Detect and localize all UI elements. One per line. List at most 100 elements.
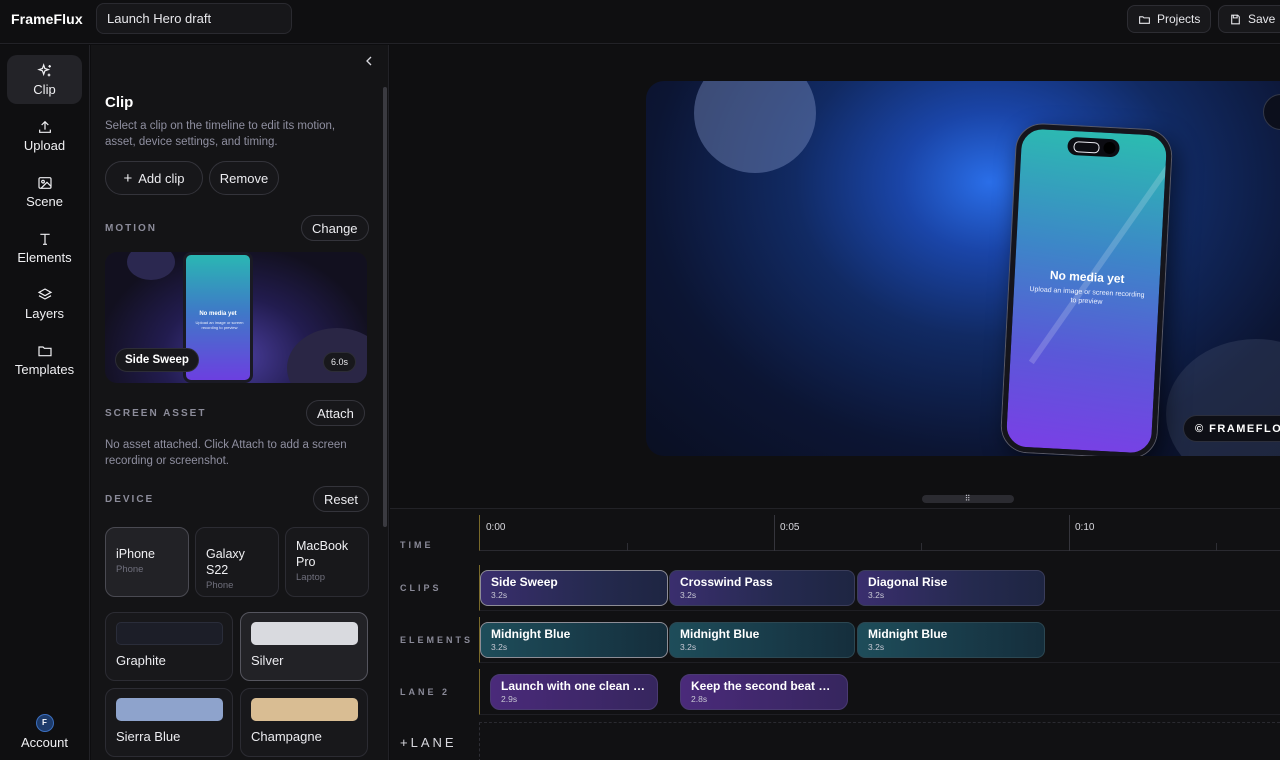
clip-duration: 3.2s xyxy=(868,590,885,600)
clip-panel: Clip Select a clip on the timeline to ed… xyxy=(91,45,389,760)
reset-device-button[interactable]: Reset xyxy=(313,486,369,512)
attach-button[interactable]: Attach xyxy=(306,400,365,426)
rail-label-account: Account xyxy=(21,734,68,750)
device-name: MacBook Pro xyxy=(296,539,349,569)
rail-label-clip: Clip xyxy=(33,81,56,97)
color-name: Silver xyxy=(251,653,284,668)
text-clip-duration: 2.9s xyxy=(501,694,518,704)
add-clip-button[interactable]: + Add clip xyxy=(105,161,203,195)
phone-mockup[interactable]: No media yet Upload an image or screen r… xyxy=(1000,123,1173,456)
screen-asset-section-label: SCREEN ASSET xyxy=(105,408,207,419)
device-option-galaxy-s22[interactable]: Galaxy S22 Phone xyxy=(195,527,279,597)
motion-name-badge: Side Sweep xyxy=(115,348,199,372)
brand-logo: FrameFlux xyxy=(11,11,83,27)
rail-label-layers: Layers xyxy=(24,305,65,321)
clip-name: Crosswind Pass xyxy=(680,575,773,589)
add-lane-dropzone[interactable] xyxy=(479,722,1280,760)
dynamic-island xyxy=(1067,136,1120,158)
color-swatch xyxy=(251,698,358,721)
element-duration: 3.2s xyxy=(680,642,697,652)
device-type: Phone xyxy=(206,580,234,591)
tick xyxy=(921,543,922,551)
remove-label: Remove xyxy=(219,170,269,186)
change-motion-button[interactable]: Change xyxy=(301,215,369,241)
left-rail: Clip Upload Scene Elements Layers Templa… xyxy=(0,45,90,760)
rail-label-scene: Scene xyxy=(26,193,63,209)
lane-2: Launch with one clean h... 2.9s Keep the… xyxy=(479,669,1280,715)
lane2-row-label: LANE 2 xyxy=(400,687,451,697)
time-ruler[interactable]: 0:00 0:05 0:10 xyxy=(479,515,1280,551)
phone-empty-subtitle: Upload an image or screen recording to p… xyxy=(1029,286,1145,306)
decor-circle xyxy=(127,252,175,280)
mini-phone-title: No media yet xyxy=(199,311,237,317)
elements-row-label: ELEMENTS xyxy=(400,635,474,645)
panel-scrollbar[interactable] xyxy=(383,87,387,527)
folder-icon xyxy=(1139,15,1150,24)
color-swatch xyxy=(116,698,223,721)
color-option-silver[interactable]: Silver xyxy=(240,612,368,681)
color-name: Champagne xyxy=(251,729,322,744)
tick xyxy=(774,515,775,551)
decor-circle xyxy=(694,81,816,173)
rail-item-layers[interactable]: Layers xyxy=(7,279,82,328)
clip-name: Side Sweep xyxy=(491,575,558,589)
element-name: Midnight Blue xyxy=(491,627,571,641)
save-icon xyxy=(1231,14,1240,24)
motion-preview-card[interactable]: No media yet Upload an image or screen r… xyxy=(105,252,367,383)
panel-description: Select a clip on the timeline to edit it… xyxy=(105,120,336,148)
rail-item-clip[interactable]: Clip xyxy=(7,55,82,104)
motion-section-label: MOTION xyxy=(105,223,157,234)
clip-duration: 3.2s xyxy=(680,590,697,600)
color-option-sierra-blue[interactable]: Sierra Blue xyxy=(105,688,233,757)
project-title-input[interactable] xyxy=(96,3,292,34)
rail-item-scene[interactable]: Scene xyxy=(7,167,82,216)
device-name: Galaxy S22 xyxy=(206,547,245,577)
stage-action-button[interactable] xyxy=(1263,94,1280,130)
tick xyxy=(1069,515,1070,551)
color-swatch xyxy=(116,622,223,645)
panel-title: Clip xyxy=(105,94,134,111)
rail-item-templates[interactable]: Templates xyxy=(7,335,82,384)
chevron-left-icon[interactable] xyxy=(361,53,377,69)
preview-area: No media yet Upload an image or screen r… xyxy=(390,45,1280,515)
timeline-text-clip[interactable]: Keep the second beat al... 2.8s xyxy=(680,674,848,710)
timeline-element[interactable]: Midnight Blue 3.2s xyxy=(480,622,668,658)
timeline-clip[interactable]: Side Sweep 3.2s xyxy=(480,570,668,606)
projects-button[interactable]: Projects xyxy=(1127,5,1212,33)
save-button[interactable]: Save xyxy=(1218,5,1280,33)
text-icon xyxy=(39,233,50,245)
timeline-element[interactable]: Midnight Blue 3.2s xyxy=(857,622,1045,658)
timeline-clip[interactable]: Crosswind Pass 3.2s xyxy=(669,570,855,606)
device-option-macbook-pro[interactable]: MacBook Pro Laptop xyxy=(285,527,369,597)
timeline-element[interactable]: Midnight Blue 3.2s xyxy=(669,622,855,658)
color-option-champagne[interactable]: Champagne xyxy=(240,688,368,757)
screen-asset-description: No asset attached. Click Attach to add a… xyxy=(105,439,347,467)
rail-item-upload[interactable]: Upload xyxy=(7,111,82,160)
text-clip-name: Launch with one clean h... xyxy=(501,679,647,693)
add-lane-button[interactable]: +LANE xyxy=(400,735,457,750)
color-option-graphite[interactable]: Graphite xyxy=(105,612,233,681)
timeline-text-clip[interactable]: Launch with one clean h... 2.9s xyxy=(490,674,658,710)
rail-label-upload: Upload xyxy=(23,137,66,153)
clips-lane: Side Sweep 3.2s Crosswind Pass 3.2s Diag… xyxy=(479,565,1280,611)
resize-handle[interactable]: ⠿ xyxy=(922,495,1014,503)
plus-icon: + xyxy=(123,169,133,187)
clip-name: Diagonal Rise xyxy=(868,575,948,589)
motion-duration-badge: 6.0s xyxy=(323,352,357,372)
element-duration: 3.2s xyxy=(868,642,885,652)
rail-item-elements[interactable]: Elements xyxy=(7,223,82,272)
remove-button[interactable]: Remove xyxy=(209,161,279,195)
top-bar: FrameFlux Projects Save xyxy=(0,0,1280,44)
rail-label-elements: Elements xyxy=(17,249,72,265)
folder-icon xyxy=(37,345,52,356)
rail-item-account[interactable]: F Account xyxy=(7,707,82,756)
clip-duration: 3.2s xyxy=(491,590,508,600)
text-clip-name: Keep the second beat al... xyxy=(691,679,837,693)
sparkles-icon xyxy=(36,62,51,76)
image-icon xyxy=(37,176,52,189)
tick-label: 0:05 xyxy=(780,522,800,533)
device-option-iphone[interactable]: iPhone Phone xyxy=(105,527,189,597)
timeline-clip[interactable]: Diagonal Rise 3.2s xyxy=(857,570,1045,606)
preview-stage[interactable]: No media yet Upload an image or screen r… xyxy=(646,81,1280,456)
time-row-label: TIME xyxy=(400,540,434,550)
